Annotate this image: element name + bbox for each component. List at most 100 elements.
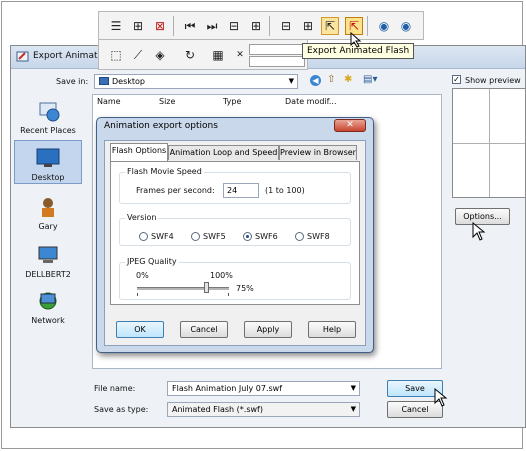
grid-icon[interactable]: ▦ xyxy=(209,46,227,64)
frame-options-icon[interactable]: ⊞ xyxy=(247,17,265,35)
user-icon xyxy=(42,198,54,217)
toolbar-separator xyxy=(173,16,174,36)
version-radio-swf5[interactable] xyxy=(191,232,200,241)
tab-preview-browser[interactable]: Preview in Browser xyxy=(279,145,357,160)
frame-delete-icon[interactable]: ⊠ xyxy=(151,17,169,35)
save-as-type-select[interactable]: Animated Flash (*.swf) ▼ xyxy=(167,402,360,417)
line-tool-icon[interactable]: ⟋ xyxy=(129,46,147,64)
animation-options-title: Animation export options xyxy=(104,121,218,131)
jpeg-group: JPEG Quality 0% 100% 75% xyxy=(119,257,351,300)
apply-button[interactable]: Apply xyxy=(244,321,292,338)
jpeg-min-label: 0% xyxy=(136,271,149,280)
place-label: DELLBERT2 xyxy=(25,270,71,279)
layer-props-icon[interactable]: ⊟ xyxy=(277,17,295,35)
network-icon xyxy=(39,292,57,310)
version-group: Version SWF4 SWF5 SWF6 SWF8 xyxy=(119,213,351,246)
version-label: SWF4 xyxy=(151,232,174,241)
version-group-label: Version xyxy=(125,213,159,222)
animation-options-body: Flash Options Animation Loop and Speed P… xyxy=(104,140,366,346)
save-in-combo[interactable]: Desktop ▼ xyxy=(94,74,298,89)
column-header-type[interactable]: Type xyxy=(223,97,241,106)
column-header-date[interactable]: Date modif... xyxy=(285,97,337,106)
toolbar-separator xyxy=(269,16,270,36)
globe-export-icon[interactable]: ◉ xyxy=(375,17,393,35)
mouse-pointer-icon xyxy=(434,388,448,407)
close-icon[interactable]: ✕ xyxy=(334,119,366,132)
place-label: Desktop xyxy=(31,173,65,182)
place-recent-places[interactable]: Recent Places xyxy=(14,100,82,135)
toolbar-row-2: ⬚ ⟋ ◈ ↻ ▦ ✕ xyxy=(98,40,308,70)
fps-label: Frames per second: xyxy=(136,186,215,195)
frame-props-icon[interactable]: ⊟ xyxy=(225,17,243,35)
jpeg-group-label: JPEG Quality xyxy=(125,257,179,266)
save-as-type-value: Animated Flash (*.swf) xyxy=(172,405,263,414)
chevron-down-icon: ▼ xyxy=(350,384,356,392)
y-coord-field[interactable] xyxy=(249,56,305,67)
file-name-value: Flash Animation July 07.swf xyxy=(172,384,283,393)
help-button[interactable]: Help xyxy=(308,321,356,338)
cancel-button[interactable]: Cancel xyxy=(180,321,228,338)
version-radio-swf6[interactable] xyxy=(243,232,252,241)
version-radio-swf8[interactable] xyxy=(295,232,304,241)
place-gary[interactable]: Gary xyxy=(14,196,82,231)
fps-range-label: (1 to 100) xyxy=(265,186,305,195)
version-label: SWF8 xyxy=(307,232,330,241)
view-menu-icon[interactable]: ▤▾ xyxy=(363,74,377,85)
last-frame-icon[interactable]: ⏭ xyxy=(203,17,221,35)
frames-icon[interactable]: ☰ xyxy=(107,17,125,35)
file-name-input[interactable]: Flash Animation July 07.swf ▼ xyxy=(167,381,360,396)
jpeg-slider-thumb[interactable] xyxy=(204,282,209,293)
version-radio-swf4[interactable] xyxy=(139,232,148,241)
tab-flash-options[interactable]: Flash Options xyxy=(110,143,168,161)
toolbar-separator xyxy=(367,16,368,36)
save-as-type-label: Save as type: xyxy=(94,405,149,414)
first-frame-icon[interactable]: ⏮ xyxy=(181,17,199,35)
place-network[interactable]: Network xyxy=(14,290,82,325)
recent-places-icon xyxy=(39,102,60,122)
rotate-icon[interactable]: ↻ xyxy=(181,46,199,64)
file-name-label: File name: xyxy=(94,384,136,393)
chevron-down-icon: ▼ xyxy=(288,77,294,85)
fps-input[interactable]: 24 xyxy=(223,183,259,198)
up-folder-icon[interactable]: ⇧ xyxy=(327,74,335,85)
paint-app-icon xyxy=(16,51,29,62)
slider-tick xyxy=(137,293,138,296)
show-preview-label: Show preview xyxy=(465,76,521,85)
jpeg-max-label: 100% xyxy=(210,271,233,280)
mouse-pointer-icon xyxy=(350,32,362,48)
place-label: Recent Places xyxy=(20,126,76,135)
preview-pane xyxy=(452,88,526,198)
place-desktop[interactable]: Desktop xyxy=(14,140,82,184)
jpeg-slider-track[interactable] xyxy=(137,287,229,290)
tab-animation-loop[interactable]: Animation Loop and Speed xyxy=(168,145,279,160)
place-dellbert2[interactable]: DELLBERT2 xyxy=(14,244,82,279)
xy-icon: ✕ xyxy=(236,49,244,60)
flash-options-page: Flash Movie Speed Frames per second: 24 … xyxy=(110,161,360,305)
mouse-pointer-icon xyxy=(472,222,486,241)
save-in-label: Save in: xyxy=(56,77,89,86)
jpeg-value-label: 75% xyxy=(236,284,254,293)
ok-button[interactable]: OK xyxy=(116,321,164,338)
desktop-small-icon xyxy=(99,77,109,85)
desktop-icon xyxy=(36,148,60,167)
chevron-down-icon: ▼ xyxy=(350,405,356,413)
new-folder-icon[interactable]: ✱ xyxy=(344,74,352,85)
globe-stop-icon[interactable]: ◉ xyxy=(397,17,415,35)
column-header-name[interactable]: Name xyxy=(97,97,121,106)
slider-tick xyxy=(228,293,229,296)
show-preview-checkbox[interactable]: ✓ xyxy=(452,75,461,84)
export-flash-icon[interactable]: ⇱ xyxy=(321,17,339,35)
x-coord-field[interactable] xyxy=(249,44,305,55)
place-label: Network xyxy=(31,316,65,325)
version-label: SWF5 xyxy=(203,232,226,241)
fill-tool-icon[interactable]: ◈ xyxy=(151,46,169,64)
places-bar: Recent Places Desktop Gary DELLBERT2 Net… xyxy=(14,92,82,342)
preview-grid-line xyxy=(453,143,525,144)
back-icon[interactable]: ◀ xyxy=(310,75,321,86)
layer-options-icon[interactable]: ⊞ xyxy=(299,17,317,35)
column-header-size[interactable]: Size xyxy=(159,97,175,106)
frame-add-icon[interactable]: ⊞ xyxy=(129,17,147,35)
select-icon[interactable]: ⬚ xyxy=(107,46,125,64)
animation-options-dialog: Animation export options ✕ Flash Options… xyxy=(96,117,374,353)
computer-icon xyxy=(38,246,58,263)
